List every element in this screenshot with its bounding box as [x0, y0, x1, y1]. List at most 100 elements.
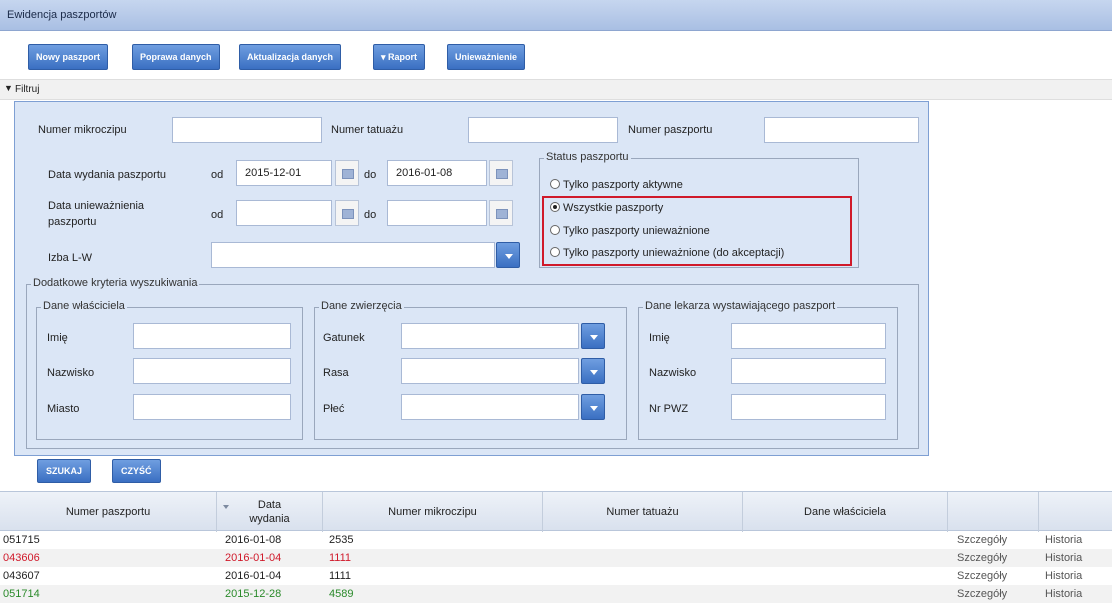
history-link[interactable]: Historia: [1045, 534, 1082, 546]
sort-desc-icon: [223, 505, 229, 509]
species-select[interactable]: [401, 323, 579, 349]
calendar-icon[interactable]: [489, 160, 513, 186]
issue-date-to-input[interactable]: 2016-01-08: [387, 160, 487, 186]
new-passport-button[interactable]: Nowy paszport: [28, 44, 109, 70]
breed-label: Rasa: [323, 367, 349, 379]
table-row[interactable]: 051715 2016-01-08 2535 Szczegóły Histori…: [0, 531, 1112, 549]
passport-number-cell: 051715: [3, 534, 40, 546]
highlight-box: [542, 196, 852, 266]
radio-icon: [550, 179, 560, 189]
owner-first-name-label: Imię: [47, 332, 68, 344]
chevron-down-icon[interactable]: [496, 242, 520, 268]
column-header-owner[interactable]: Dane właściciela: [743, 492, 948, 532]
vet-pwz-label: Nr PWZ: [649, 403, 689, 415]
column-header-tattoo[interactable]: Numer tatuażu: [543, 492, 743, 532]
tattoo-input[interactable]: [468, 117, 618, 143]
tattoo-label: Numer tatuażu: [331, 124, 404, 136]
table-row[interactable]: 043606 2016-01-04 1111 Szczegóły Histori…: [0, 549, 1112, 567]
chevron-down-icon[interactable]: [581, 323, 605, 349]
additional-criteria-group: Dodatkowe kryteria wyszukiwania Dane wła…: [26, 277, 919, 449]
microchip-cell: 1111: [329, 570, 352, 582]
passport-number-cell: 043607: [3, 570, 40, 582]
owner-last-name-input[interactable]: [133, 358, 291, 384]
invalid-from-label: od: [211, 209, 224, 221]
animal-data-legend: Dane zwierzęcia: [319, 300, 404, 312]
column-header-microchip[interactable]: Numer mikroczipu: [323, 492, 543, 532]
history-link[interactable]: Historia: [1045, 552, 1082, 564]
window-title-bar: Ewidencja paszportów: [0, 0, 1112, 31]
passport-status-legend: Status paszportu: [544, 151, 631, 163]
vet-last-name-input[interactable]: [731, 358, 886, 384]
history-link[interactable]: Historia: [1045, 570, 1082, 582]
issue-to-label: do: [364, 169, 377, 181]
filter-toggle-label: Filtruj: [15, 84, 40, 95]
vet-last-name-label: Nazwisko: [649, 367, 697, 379]
breed-select[interactable]: [401, 358, 579, 384]
animal-data-group: Dane zwierzęcia Gatunek Rasa Płeć: [314, 300, 627, 440]
sex-label: Płeć: [323, 403, 345, 415]
history-link[interactable]: Historia: [1045, 588, 1082, 600]
vet-first-name-input[interactable]: [731, 323, 886, 349]
details-link[interactable]: Szczegóły: [957, 534, 1007, 546]
passport-number-cell: 043606: [3, 552, 40, 564]
filter-panel: Numer mikroczipu Numer tatuażu Numer pas…: [14, 101, 929, 456]
results-table-header: Numer paszportu Data wydania Numer mikro…: [0, 491, 1112, 532]
column-header-history: [1039, 492, 1112, 532]
invalid-to-label: do: [364, 209, 377, 221]
microchip-input[interactable]: [172, 117, 322, 143]
report-dropdown-button[interactable]: ▾ Raport: [373, 44, 426, 70]
invalidation-button[interactable]: Unieważnienie: [447, 44, 526, 70]
issue-date-cell: 2016-01-04: [225, 552, 282, 564]
radio-active-only[interactable]: Tylko paszporty aktywne: [550, 179, 683, 191]
invalidation-date-to-input[interactable]: [387, 200, 487, 226]
owner-city-input[interactable]: [133, 394, 291, 420]
details-link[interactable]: Szczegóły: [957, 552, 1007, 564]
issue-date-cell: 2016-01-04: [225, 570, 282, 582]
calendar-icon[interactable]: [335, 200, 359, 226]
vet-first-name-label: Imię: [649, 332, 670, 344]
clear-button[interactable]: CZYŚĆ: [112, 459, 161, 483]
additional-criteria-legend: Dodatkowe kryteria wyszukiwania: [31, 277, 200, 289]
toolbar: Nowy paszport Poprawa danych Aktualizacj…: [0, 31, 1112, 79]
details-link[interactable]: Szczegóły: [957, 570, 1007, 582]
filter-toggle-bar[interactable]: ▼ Filtruj: [0, 79, 1112, 100]
calendar-icon[interactable]: [335, 160, 359, 186]
update-data-button[interactable]: Aktualizacja danych: [239, 44, 342, 70]
table-row[interactable]: 043607 2016-01-04 1111 Szczegóły Histori…: [0, 567, 1112, 585]
issue-date-from-input[interactable]: 2015-12-01: [236, 160, 332, 186]
column-header-issue-date[interactable]: Data wydania: [217, 492, 323, 532]
search-button[interactable]: SZUKAJ: [37, 459, 92, 483]
chamber-label: Izba L-W: [48, 252, 93, 264]
issue-date-cell: 2015-12-28: [225, 588, 282, 600]
invalidation-date-label-2: paszportu: [48, 216, 97, 228]
owner-data-legend: Dane właściciela: [41, 300, 127, 312]
owner-first-name-input[interactable]: [133, 323, 291, 349]
microchip-cell: 4589: [329, 588, 354, 600]
column-header-passport[interactable]: Numer paszportu: [0, 492, 217, 532]
window-title: Ewidencja paszportów: [7, 9, 117, 21]
triangle-down-icon: ▼: [4, 83, 13, 93]
chevron-down-icon[interactable]: [581, 394, 605, 420]
sex-select[interactable]: [401, 394, 579, 420]
issue-date-cell: 2016-01-08: [225, 534, 282, 546]
issue-date-label: Data wydania paszportu: [48, 169, 167, 181]
vet-pwz-input[interactable]: [731, 394, 886, 420]
correct-data-button[interactable]: Poprawa danych: [132, 44, 220, 70]
issue-from-label: od: [211, 169, 224, 181]
chamber-select[interactable]: [211, 242, 495, 268]
invalidation-date-from-input[interactable]: [236, 200, 332, 226]
microchip-cell: 1111: [329, 552, 352, 564]
table-row[interactable]: 051714 2015-12-28 4589 Szczegóły Histori…: [0, 585, 1112, 603]
invalidation-date-label: Data unieważnienia: [48, 200, 145, 212]
microchip-label: Numer mikroczipu: [38, 124, 127, 136]
passport-number-input[interactable]: [764, 117, 919, 143]
details-link[interactable]: Szczegóły: [957, 588, 1007, 600]
calendar-icon[interactable]: [489, 200, 513, 226]
species-label: Gatunek: [323, 332, 365, 344]
passport-number-label: Numer paszportu: [628, 124, 713, 136]
owner-city-label: Miasto: [47, 403, 80, 415]
owner-last-name-label: Nazwisko: [47, 367, 95, 379]
chevron-down-icon[interactable]: [581, 358, 605, 384]
passport-number-cell: 051714: [3, 588, 40, 600]
owner-data-group: Dane właściciela Imię Nazwisko Miasto: [36, 300, 303, 440]
